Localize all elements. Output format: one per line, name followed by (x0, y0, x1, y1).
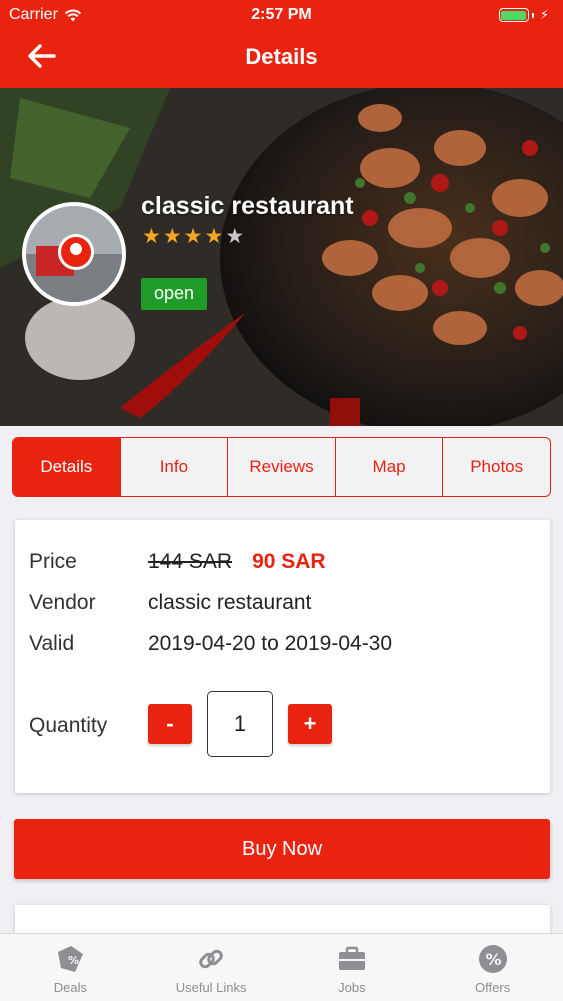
star-filled-icon: ★ (162, 225, 184, 248)
valid-to-word: to (261, 632, 279, 655)
restaurant-name: classic restaurant (141, 192, 354, 220)
star-filled-icon: ★ (142, 225, 163, 248)
vendor-value: classic restaurant (148, 591, 312, 614)
valid-label: Valid (29, 632, 75, 655)
status-bar: Carrier 2:57 PM ⚡ (0, 0, 563, 30)
buy-now-button[interactable]: Buy Now (14, 819, 550, 879)
price-label: Price (29, 550, 77, 573)
page-title: Details (245, 44, 318, 69)
deal-details-card: Price 144 SAR 90 SAR Vendor classic resta… (15, 520, 550, 793)
restaurant-hero-image: classic restaurant ★★★★★ open (0, 88, 563, 426)
tab-photos[interactable]: Photos (443, 438, 550, 496)
tabbar-item-jobs[interactable]: Jobs (282, 934, 423, 1001)
percent-badge-icon: % (478, 945, 507, 973)
restaurant-logo-avatar (22, 202, 126, 306)
discounted-price: 90 SAR (252, 550, 326, 573)
star-filled-icon: ★ (204, 225, 226, 248)
bottom-tab-bar: % Deals Useful Links Jobs % Offers (0, 933, 563, 1001)
quantity-decrease-button[interactable]: - (148, 704, 192, 744)
tab-details[interactable]: Details (13, 438, 121, 496)
deals-tag-icon: % (58, 946, 84, 972)
open-status-badge: open (141, 278, 208, 310)
charging-bolt-icon: ⚡ (539, 7, 549, 22)
svg-text:%: % (68, 954, 79, 967)
vendor-label: Vendor (29, 591, 96, 614)
tab-map[interactable]: Map (336, 438, 444, 496)
star-filled-icon: ★ (183, 225, 205, 248)
quantity-field[interactable]: 1 (207, 691, 273, 757)
battery-indicator: ⚡ (498, 7, 549, 23)
navigation-bar: Carrier 2:57 PM ⚡ Details (0, 0, 563, 88)
clock: 2:57 PM (251, 6, 312, 23)
price-value: 144 SAR 90 SAR (148, 550, 326, 574)
detail-tabs: Details Info Reviews Map Photos (12, 437, 551, 497)
valid-to-date: 2019-04-30 (284, 632, 393, 655)
valid-dates: 2019-04-20 to 2019-04-30 (148, 632, 392, 656)
tab-info[interactable]: Info (121, 438, 229, 496)
star-empty-icon: ★ (225, 225, 247, 248)
tabbar-item-offers[interactable]: % Offers (422, 934, 563, 1001)
tabbar-label-deals: Deals (53, 980, 87, 995)
valid-from-date: 2019-04-20 (148, 632, 256, 655)
battery-icon (498, 8, 529, 22)
tab-reviews[interactable]: Reviews (228, 438, 336, 496)
quantity-label: Quantity (29, 714, 108, 737)
tabbar-item-deals[interactable]: % Deals (0, 934, 141, 1001)
original-price: 144 SAR (148, 550, 233, 573)
svg-text:%: % (485, 950, 501, 969)
briefcase-icon (338, 946, 365, 970)
quantity-increase-button[interactable]: + (288, 704, 332, 744)
tabbar-label-jobs: Jobs (338, 980, 366, 995)
tabbar-label-offers: Offers (475, 980, 511, 995)
tabbar-label-useful-links: Useful Links (175, 980, 247, 995)
tabbar-item-useful-links[interactable]: Useful Links (141, 934, 282, 1001)
link-icon (199, 949, 223, 969)
rating-stars: ★★★★★ (142, 224, 246, 249)
